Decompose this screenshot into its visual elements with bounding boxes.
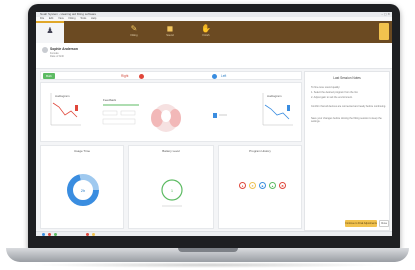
program-history-title: Program History bbox=[249, 149, 271, 153]
usage-time-card[interactable]: Usage Time 2h bbox=[40, 145, 124, 229]
toolbar-help-button[interactable] bbox=[379, 23, 389, 40]
status-connection-icon bbox=[54, 233, 57, 236]
main-content: Both Right Left Audiogram Feedback Audio… bbox=[40, 71, 302, 231]
close-button[interactable]: Close bbox=[379, 220, 389, 227]
program-icon-1[interactable]: ● bbox=[239, 182, 246, 189]
battery-gauge: 1 bbox=[161, 179, 183, 207]
usage-value: 2h bbox=[81, 188, 85, 193]
left-chart-label: Audiogram bbox=[267, 94, 282, 98]
avatar bbox=[42, 47, 48, 53]
menu-view[interactable]: View bbox=[58, 17, 64, 20]
speaker-icon: ◼ bbox=[166, 24, 174, 33]
program-history-card[interactable]: Program History ● ☀ ■ ▲ ✖ bbox=[218, 145, 302, 229]
status-right-ear-icon bbox=[48, 233, 51, 236]
usage-donut-chart: 2h bbox=[67, 174, 99, 206]
toolbar-fitting-label: Fitting bbox=[130, 34, 138, 37]
right-ear-icon bbox=[139, 74, 144, 79]
left-ear-graphic bbox=[213, 113, 227, 118]
laptop-shadow bbox=[30, 262, 385, 268]
battery-title: Battery Level bbox=[162, 149, 180, 153]
side-panel: Last Session Notes To fine-tune sound qu… bbox=[304, 71, 390, 231]
feedback-label: Feedback bbox=[103, 98, 117, 102]
side-panel-text-1: To fine-tune sound quality: bbox=[311, 86, 341, 89]
head-graphic bbox=[151, 104, 181, 132]
pencil-icon: ✎ bbox=[130, 24, 138, 33]
status-alert-icon bbox=[86, 233, 89, 236]
continue-button[interactable]: Continue to Final Adjustments bbox=[345, 220, 377, 227]
laptop-frame: Noah System - Hearing aid fitting softwa… bbox=[0, 0, 415, 270]
toolbar-finish-button[interactable]: ✋ Finish bbox=[188, 21, 224, 43]
both-ears-tab[interactable]: Both bbox=[43, 73, 55, 79]
side-panel-title: Last Session Notes bbox=[333, 76, 361, 80]
ear-overview-graphics: Audiogram Feedback Audiogram bbox=[50, 93, 293, 132]
status-warning-icon bbox=[92, 233, 95, 236]
menu-tools[interactable]: Tools bbox=[80, 17, 86, 20]
menu-fitting[interactable]: Fitting bbox=[68, 17, 75, 20]
program-icon-2[interactable]: ☀ bbox=[249, 182, 256, 189]
side-panel-text-5: Save your changes before closing the fit… bbox=[311, 117, 382, 124]
battery-value: 1 bbox=[171, 188, 174, 193]
menu-file[interactable]: File bbox=[40, 17, 44, 20]
menu-edit[interactable]: Edit bbox=[49, 17, 53, 20]
program-icon-5[interactable]: ✖ bbox=[279, 182, 286, 189]
laptop-notch bbox=[178, 248, 238, 252]
right-ear-tab[interactable]: Right bbox=[121, 73, 128, 79]
hand-icon: ✋ bbox=[201, 24, 211, 33]
ear-selector-bar: Both Right Left bbox=[40, 71, 302, 80]
ear-overview-card: Audiogram Feedback Audiogram bbox=[40, 82, 302, 142]
battery-card[interactable]: Battery Level 1 bbox=[128, 145, 214, 229]
patient-header: Sophie Anderson Female Date of birth bbox=[36, 43, 392, 69]
feedback-panel bbox=[102, 104, 139, 125]
status-bar bbox=[36, 231, 392, 236]
patient-name: Sophie Anderson bbox=[50, 47, 78, 51]
left-ear-icon bbox=[212, 74, 217, 79]
toolbar-finish-label: Finish bbox=[202, 34, 210, 37]
program-icon-4[interactable]: ▲ bbox=[269, 182, 276, 189]
person-icon: ♟ bbox=[46, 26, 54, 35]
side-panel-text-2: 1. Select the desired program from the l… bbox=[311, 91, 359, 94]
app-window: Noah System - Hearing aid fitting softwa… bbox=[36, 12, 392, 236]
side-panel-text-4: Confirm that all devices are connected a… bbox=[311, 105, 386, 108]
patient-info: Female Date of birth bbox=[50, 52, 64, 59]
menu-help[interactable]: Help bbox=[91, 17, 96, 20]
toolbar-fitting-button[interactable]: ✎ Fitting bbox=[116, 21, 152, 43]
main-toolbar: ♟ ✎ Fitting ◼ Sound ✋ Finish bbox=[36, 21, 392, 43]
toolbar-home-button[interactable]: ♟ bbox=[36, 21, 64, 43]
program-icon-3[interactable]: ■ bbox=[259, 182, 266, 189]
right-chart-label: Audiogram bbox=[55, 94, 70, 98]
window-title: Noah System - Hearing aid fitting softwa… bbox=[40, 12, 97, 16]
status-left-ear-icon bbox=[42, 233, 45, 236]
toolbar-sound-label: Sound bbox=[166, 34, 174, 37]
toolbar-sound-button[interactable]: ◼ Sound bbox=[152, 21, 188, 43]
left-ear-tab[interactable]: Left bbox=[221, 73, 226, 79]
side-panel-text-3: 2. Adjust gain to suit the environment. bbox=[311, 96, 353, 99]
usage-time-title: Usage Time bbox=[73, 149, 90, 153]
patient-info-line2: Date of birth bbox=[50, 55, 65, 59]
